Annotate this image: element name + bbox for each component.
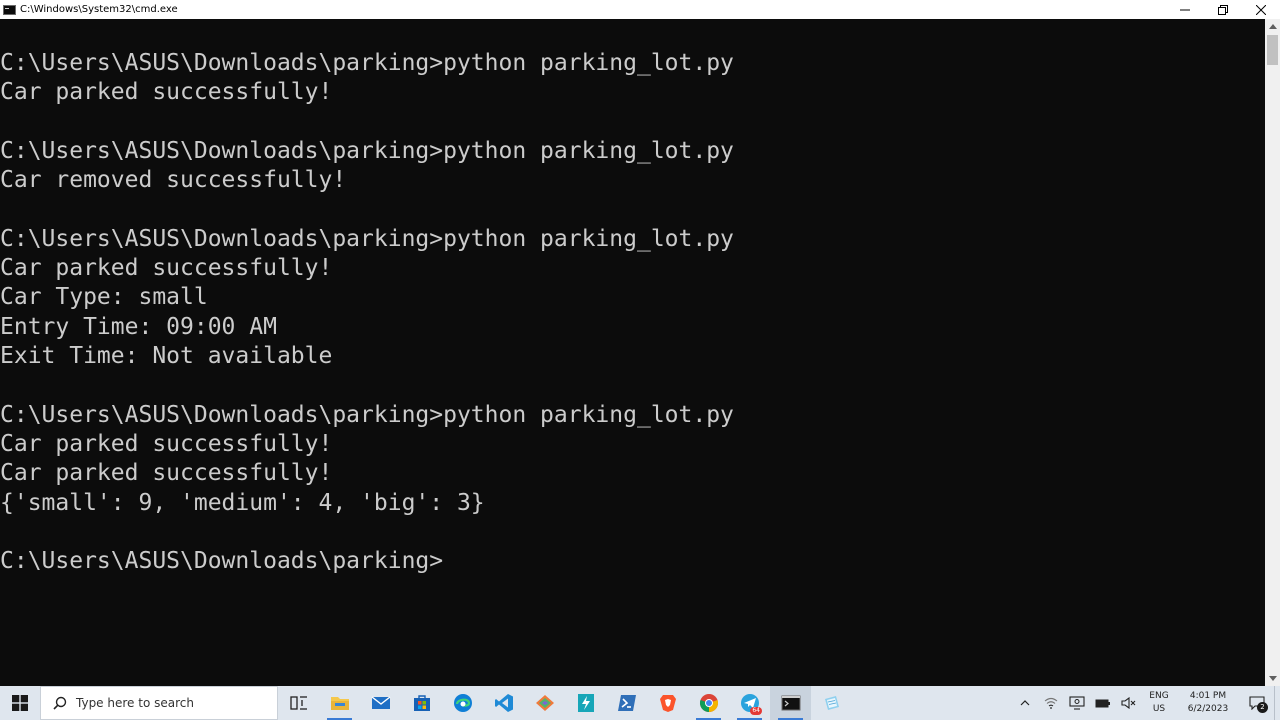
window-title: C:\Windows\System32\cmd.exe — [20, 4, 178, 15]
window-controls — [1166, 0, 1280, 19]
console-line: Car removed successfully! — [0, 167, 347, 193]
minimize-icon — [1180, 9, 1190, 10]
microsoft-store-icon — [413, 695, 430, 711]
tray-volume[interactable] — [1116, 686, 1142, 720]
chevron-down-icon — [1268, 676, 1277, 681]
console-line: Entry Time: 09:00 AM — [0, 314, 277, 340]
taskbar-apps: 64 — [278, 686, 852, 720]
clock-time: 4:01 PM — [1189, 691, 1227, 701]
display-icon — [1069, 696, 1085, 710]
taskbar-cmd[interactable] — [770, 686, 811, 720]
tray-display[interactable] — [1064, 686, 1090, 720]
system-tray: ENG US 4:01 PM 6/2/2023 2 — [1012, 686, 1280, 720]
language-indicator[interactable]: ENG US — [1142, 690, 1176, 716]
show-desktop-button[interactable] — [1274, 686, 1280, 720]
mail-icon — [371, 696, 390, 709]
task-view-icon — [289, 696, 307, 710]
chevron-up-icon — [1268, 24, 1277, 29]
taskbar-notepad[interactable] — [811, 686, 852, 720]
file-explorer-icon — [330, 697, 349, 710]
task-view-button[interactable] — [278, 686, 319, 720]
chrome-icon — [699, 694, 718, 712]
chevron-up-icon — [1020, 700, 1030, 706]
taskbar-vscode[interactable] — [483, 686, 524, 720]
console-prompt: C:\Users\ASUS\Downloads\parking> — [0, 548, 444, 574]
console-line: Exit Time: Not available — [0, 343, 333, 369]
taskbar: Type here to search 64 ENG US 4:01 PM 6/… — [0, 686, 1280, 720]
vscode-icon — [494, 694, 513, 712]
console-line: Car parked successfully! — [0, 79, 333, 105]
scroll-down-button[interactable] — [1265, 671, 1280, 686]
notification-center-button[interactable]: 2 — [1240, 686, 1274, 720]
minimize-button[interactable] — [1166, 0, 1204, 19]
power-automate-icon — [577, 694, 594, 712]
title-bar[interactable]: C:\Windows\System32\cmd.exe — [0, 0, 1280, 19]
console-line: Car parked successfully! — [0, 460, 333, 486]
git-kraken-icon — [535, 695, 554, 711]
notification-badge: 2 — [1257, 702, 1268, 713]
tray-battery[interactable] — [1090, 686, 1116, 720]
tray-network[interactable] — [1038, 686, 1064, 720]
edge-icon — [453, 694, 472, 712]
cmd-window: C:\Windows\System32\cmd.exe C:\Users\ASU… — [0, 0, 1280, 686]
powershell-icon — [617, 695, 636, 711]
taskbar-file-explorer[interactable] — [319, 686, 360, 720]
telegram-badge: 64 — [750, 707, 762, 715]
windows-logo-icon — [12, 695, 28, 711]
battery-icon — [1095, 699, 1110, 708]
taskbar-mail[interactable] — [360, 686, 401, 720]
clock-date: 6/2/2023 — [1187, 704, 1229, 714]
notepad-icon — [824, 696, 839, 710]
scroll-thumb[interactable] — [1267, 35, 1278, 65]
cmd-app-icon — [3, 4, 16, 15]
console-line: Car parked successfully! — [0, 255, 333, 281]
console-line: C:\Users\ASUS\Downloads\parking>python p… — [0, 50, 734, 76]
console-output[interactable]: C:\Users\ASUS\Downloads\parking>python p… — [0, 19, 1265, 686]
taskbar-telegram[interactable]: 64 — [729, 686, 770, 720]
keyboard-layout: US — [1152, 704, 1166, 714]
taskbar-powershell[interactable] — [606, 686, 647, 720]
search-placeholder: Type here to search — [76, 696, 194, 710]
console-line: C:\Users\ASUS\Downloads\parking>python p… — [0, 138, 734, 164]
volume-muted-icon — [1121, 697, 1136, 709]
show-hidden-icons-button[interactable] — [1012, 686, 1038, 720]
close-button[interactable] — [1242, 0, 1280, 19]
restore-icon — [1218, 4, 1228, 15]
restore-button[interactable] — [1204, 0, 1242, 19]
start-button[interactable] — [0, 686, 40, 720]
clock[interactable]: 4:01 PM 6/2/2023 — [1176, 690, 1240, 716]
taskbar-chrome[interactable] — [688, 686, 729, 720]
close-icon — [1256, 4, 1266, 15]
console-line: C:\Users\ASUS\Downloads\parking>python p… — [0, 226, 734, 252]
taskbar-git-kraken[interactable] — [524, 686, 565, 720]
taskbar-brave[interactable] — [647, 686, 688, 720]
cmd-icon — [781, 695, 800, 711]
taskbar-search-box[interactable]: Type here to search — [40, 686, 278, 720]
taskbar-edge[interactable] — [442, 686, 483, 720]
console-line: C:\Users\ASUS\Downloads\parking>python p… — [0, 402, 734, 428]
language-code: ENG — [1149, 691, 1169, 701]
scroll-up-button[interactable] — [1265, 19, 1280, 34]
search-icon — [52, 695, 68, 711]
wifi-icon — [1044, 697, 1058, 709]
console-line: Car parked successfully! — [0, 431, 333, 457]
console-line: {'small': 9, 'medium': 4, 'big': 3} — [0, 490, 485, 516]
vertical-scrollbar[interactable] — [1265, 19, 1280, 686]
brave-icon — [659, 695, 676, 712]
taskbar-power-automate[interactable] — [565, 686, 606, 720]
console-line: Car Type: small — [0, 284, 208, 310]
taskbar-store[interactable] — [401, 686, 442, 720]
